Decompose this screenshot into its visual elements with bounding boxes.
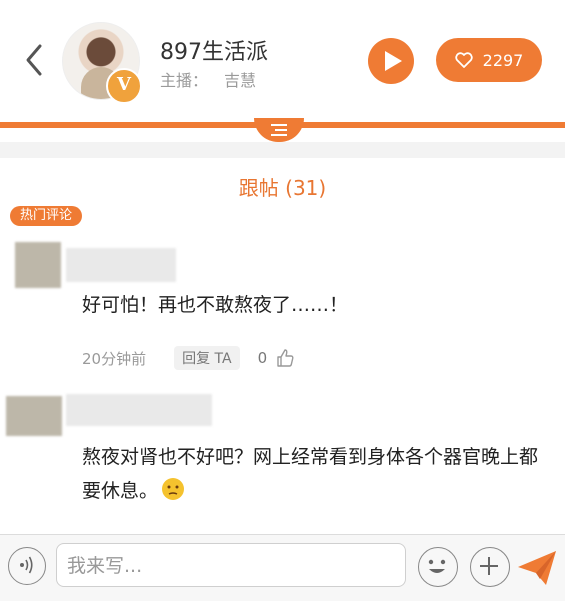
host-avatar[interactable]: V xyxy=(62,22,142,104)
commenter-name-blurred xyxy=(66,248,176,282)
commenter-name-blurred xyxy=(66,394,212,426)
voice-input-button[interactable] xyxy=(8,547,46,585)
smiley-icon xyxy=(428,559,446,573)
commenter-avatar[interactable] xyxy=(15,242,61,288)
comment-meta: 20分钟前 回复 TA 0 xyxy=(82,346,295,370)
like-button[interactable]: 2297 xyxy=(436,38,542,82)
heart-icon xyxy=(454,52,473,68)
comment-item: 熬夜对肾也不好吧？网上经常看到身体各个器官晚上都要休息。 xyxy=(0,392,565,532)
voice-icon xyxy=(20,556,33,574)
send-icon xyxy=(518,551,556,585)
comment-time: 20分钟前 xyxy=(82,349,147,368)
commenter-avatar[interactable] xyxy=(6,396,62,436)
play-button[interactable] xyxy=(368,38,414,84)
host-label: 主播： xyxy=(160,71,209,90)
chevron-left-icon xyxy=(26,44,42,76)
comment-input[interactable]: 我来写... xyxy=(56,543,406,587)
like-count: 2297 xyxy=(482,50,524,70)
thread-section-title: 跟帖 (31) xyxy=(238,176,327,200)
page-title: 897生活派 xyxy=(160,40,268,65)
comment-text-content: 熬夜对肾也不好吧？网上经常看到身体各个器官晚上都要休息。 xyxy=(82,446,539,502)
send-button[interactable] xyxy=(516,549,558,587)
comment-like-count: 0 xyxy=(257,349,268,367)
comment-composer: 我来写... xyxy=(0,534,565,601)
reply-button[interactable]: 回复 TA xyxy=(174,346,240,370)
plus-icon xyxy=(480,557,498,575)
verified-badge: V xyxy=(106,68,142,104)
host-name: 吉慧 xyxy=(224,71,257,90)
play-icon xyxy=(385,51,402,71)
back-button[interactable] xyxy=(20,42,50,78)
comment-item: 好可怕！再也不敢熬夜了……！ 20分钟前 回复 TA 0 xyxy=(0,242,565,392)
emoji-button[interactable] xyxy=(418,547,458,587)
thinking-emoji-icon xyxy=(162,478,185,500)
thumb-up-icon[interactable] xyxy=(275,348,295,368)
comment-text: 熬夜对肾也不好吧？网上经常看到身体各个器官晚上都要休息。 xyxy=(82,440,542,508)
section-gap xyxy=(0,142,565,158)
header: V 897生活派 主播： 吉慧 2297 xyxy=(0,0,565,122)
host-info: 主播： 吉慧 xyxy=(160,67,256,91)
more-button[interactable] xyxy=(470,547,510,587)
hot-comments-tag: 热门评论 xyxy=(10,206,83,226)
comment-text: 好可怕！再也不敢熬夜了……！ xyxy=(82,294,349,316)
collapse-toggle[interactable] xyxy=(254,118,304,142)
list-icon xyxy=(271,124,287,136)
